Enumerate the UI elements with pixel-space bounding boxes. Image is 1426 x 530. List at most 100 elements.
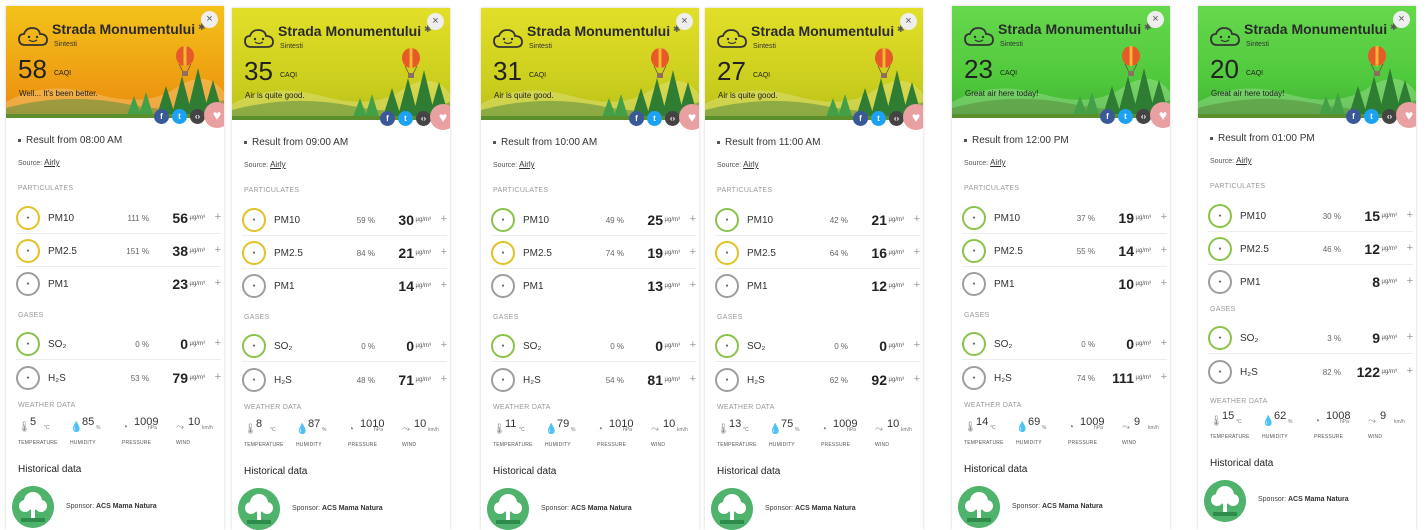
expand-plus-icon[interactable]: + [690,246,696,258]
expand-plus-icon[interactable]: + [914,373,920,385]
historical-data-heading[interactable]: Historical data [493,466,556,477]
pm1-row[interactable]: ● PM1 8 µg/m³ + [1208,268,1413,298]
sponsor-name[interactable]: ACS Mama Natura [795,505,856,512]
expand-plus-icon[interactable]: + [690,213,696,225]
pm10-row[interactable]: ● PM10 30 % 15 µg/m³ + [1208,202,1413,232]
expand-plus-icon[interactable]: + [441,339,447,351]
sponsor-name[interactable]: ACS Mama Natura [96,503,157,510]
pm10-row[interactable]: ● PM10 42 % 21 µg/m³ + [715,206,920,236]
close-button[interactable]: × [427,13,444,30]
pm25-row[interactable]: ● PM2.5 84 % 21 µg/m³ + [242,239,447,269]
pm1-row[interactable]: ● PM1 14 µg/m³ + [242,272,447,302]
so2-row[interactable]: ● SO₂ 0 % 0 µg/m³ + [962,330,1167,360]
pm1-row[interactable]: ● PM1 12 µg/m³ + [715,272,920,302]
embed-button[interactable]: ‹› [416,111,431,126]
expand-plus-icon[interactable]: + [914,279,920,291]
close-button[interactable]: × [201,11,218,28]
sponsor-name[interactable]: ACS Mama Natura [322,505,383,512]
expand-plus-icon[interactable]: + [1407,331,1413,343]
pm25-row[interactable]: ● PM2.5 46 % 12 µg/m³ + [1208,235,1413,265]
expand-plus-icon[interactable]: + [215,277,221,289]
twitter-share-button[interactable]: t [172,109,187,124]
embed-button[interactable]: ‹› [1136,109,1151,124]
facebook-share-button[interactable]: f [154,109,169,124]
embed-button[interactable]: ‹› [665,111,680,126]
expand-plus-icon[interactable]: + [1161,211,1167,223]
twitter-share-button[interactable]: t [1118,109,1133,124]
expand-plus-icon[interactable]: + [690,339,696,351]
close-button[interactable]: × [1393,11,1410,28]
expand-plus-icon[interactable]: + [1407,275,1413,287]
pm10-row[interactable]: ● PM10 37 % 19 µg/m³ + [962,204,1167,234]
twitter-share-button[interactable]: t [398,111,413,126]
pm10-row[interactable]: ● PM10 111 % 56 µg/m³ + [16,204,221,234]
expand-plus-icon[interactable]: + [1407,365,1413,377]
embed-button[interactable]: ‹› [889,111,904,126]
source-link[interactable]: Airly [519,160,535,169]
historical-data-heading[interactable]: Historical data [244,466,307,477]
pm25-row[interactable]: ● PM2.5 151 % 38 µg/m³ + [16,237,221,267]
heart-button[interactable]: ♥ [903,104,923,130]
pm1-row[interactable]: ● PM1 23 µg/m³ + [16,270,221,300]
so2-row[interactable]: ● SO₂ 0 % 0 µg/m³ + [715,332,920,362]
expand-plus-icon[interactable]: + [441,279,447,291]
h2s-row[interactable]: ● H₂S 74 % 111 µg/m³ + [962,364,1167,394]
close-button[interactable]: × [900,13,917,30]
heart-button[interactable]: ♥ [679,104,699,130]
expand-plus-icon[interactable]: + [215,371,221,383]
expand-plus-icon[interactable]: + [215,244,221,256]
expand-plus-icon[interactable]: + [1161,371,1167,383]
twitter-share-button[interactable]: t [1364,109,1379,124]
expand-plus-icon[interactable]: + [690,373,696,385]
historical-data-heading[interactable]: Historical data [717,466,780,477]
facebook-share-button[interactable]: f [1100,109,1115,124]
heart-button[interactable]: ♥ [204,102,224,128]
so2-row[interactable]: ● SO₂ 0 % 0 µg/m³ + [242,332,447,362]
historical-data-heading[interactable]: Historical data [964,464,1027,475]
expand-plus-icon[interactable]: + [1161,244,1167,256]
so2-row[interactable]: ● SO₂ 0 % 0 µg/m³ + [16,330,221,360]
expand-plus-icon[interactable]: + [690,279,696,291]
h2s-row[interactable]: ● H₂S 54 % 81 µg/m³ + [491,366,696,396]
source-link[interactable]: Airly [1236,156,1252,165]
expand-plus-icon[interactable]: + [914,339,920,351]
expand-plus-icon[interactable]: + [215,337,221,349]
pm1-row[interactable]: ● PM1 13 µg/m³ + [491,272,696,302]
expand-plus-icon[interactable]: + [215,211,221,223]
pm10-row[interactable]: ● PM10 59 % 30 µg/m³ + [242,206,447,236]
close-button[interactable]: × [676,13,693,30]
so2-row[interactable]: ● SO₂ 0 % 0 µg/m³ + [491,332,696,362]
h2s-row[interactable]: ● H₂S 62 % 92 µg/m³ + [715,366,920,396]
twitter-share-button[interactable]: t [871,111,886,126]
embed-button[interactable]: ‹› [190,109,205,124]
source-link[interactable]: Airly [990,158,1006,167]
expand-plus-icon[interactable]: + [1407,209,1413,221]
expand-plus-icon[interactable]: + [441,246,447,258]
expand-plus-icon[interactable]: + [441,213,447,225]
heart-button[interactable]: ♥ [430,104,450,130]
source-link[interactable]: Airly [44,158,60,167]
heart-button[interactable]: ♥ [1150,102,1170,128]
sponsor-name[interactable]: ACS Mama Natura [571,505,632,512]
facebook-share-button[interactable]: f [380,111,395,126]
expand-plus-icon[interactable]: + [441,373,447,385]
heart-button[interactable]: ♥ [1396,102,1416,128]
source-link[interactable]: Airly [270,160,286,169]
source-link[interactable]: Airly [743,160,759,169]
expand-plus-icon[interactable]: + [1407,242,1413,254]
expand-plus-icon[interactable]: + [1161,337,1167,349]
h2s-row[interactable]: ● H₂S 82 % 122 µg/m³ + [1208,358,1413,388]
expand-plus-icon[interactable]: + [1161,277,1167,289]
so2-row[interactable]: ● SO₂ 3 % 9 µg/m³ + [1208,324,1413,354]
sponsor-name[interactable]: ACS Mama Natura [1288,496,1349,503]
historical-data-heading[interactable]: Historical data [1210,458,1273,469]
twitter-share-button[interactable]: t [647,111,662,126]
pm25-row[interactable]: ● PM2.5 74 % 19 µg/m³ + [491,239,696,269]
embed-button[interactable]: ‹› [1382,109,1397,124]
historical-data-heading[interactable]: Historical data [18,464,81,475]
facebook-share-button[interactable]: f [853,111,868,126]
close-button[interactable]: × [1147,11,1164,28]
h2s-row[interactable]: ● H₂S 48 % 71 µg/m³ + [242,366,447,396]
pm25-row[interactable]: ● PM2.5 55 % 14 µg/m³ + [962,237,1167,267]
h2s-row[interactable]: ● H₂S 53 % 79 µg/m³ + [16,364,221,394]
